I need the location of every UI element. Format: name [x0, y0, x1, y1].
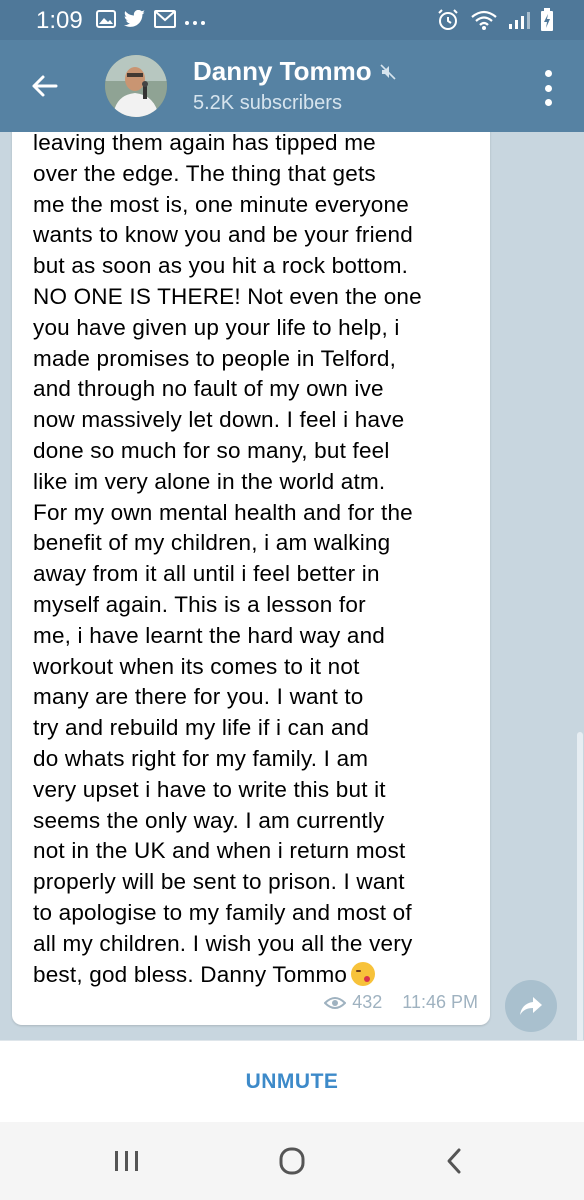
status-bar: 1:09	[0, 0, 584, 40]
view-count: 432	[352, 992, 383, 1012]
back-arrow-icon	[32, 75, 58, 97]
channel-header: Danny Tommo 5.2K subscribers	[0, 40, 584, 132]
share-arrow-icon	[520, 997, 542, 1015]
dot	[544, 84, 552, 92]
message-meta: 432 11:46 PM	[324, 992, 478, 1013]
dot	[544, 70, 552, 77]
message-time: 11:46 PM	[402, 992, 478, 1012]
status-notifications	[96, 9, 206, 33]
bottom-action-bar: UNMUTE	[0, 1040, 584, 1123]
message-body: leaving them again has tipped me over th…	[33, 132, 422, 987]
wifi-icon	[470, 9, 498, 36]
signal-icon	[508, 10, 530, 35]
battery-icon	[540, 8, 554, 37]
gallery-icon	[96, 10, 116, 33]
recents-icon[interactable]	[113, 1149, 141, 1178]
channel-title[interactable]: Danny Tommo	[193, 56, 396, 87]
message-text: leaving them again has tipped me over th…	[33, 132, 483, 990]
more-options-button[interactable]	[538, 68, 558, 108]
channel-name: Danny Tommo	[193, 56, 372, 86]
muted-speaker-icon	[380, 56, 396, 87]
unmute-button[interactable]: UNMUTE	[246, 1070, 339, 1094]
home-icon[interactable]	[278, 1146, 306, 1181]
more-dots-icon	[184, 13, 206, 31]
system-nav-bar	[0, 1122, 584, 1200]
kissing-face-emoji-icon	[351, 961, 376, 986]
dot	[544, 99, 552, 106]
forward-button[interactable]	[505, 980, 557, 1032]
views-eye-icon	[324, 996, 347, 1009]
back-button[interactable]	[20, 64, 68, 108]
channel-avatar[interactable]	[105, 55, 167, 117]
scrollbar[interactable]	[577, 732, 583, 1040]
alarm-icon	[436, 8, 460, 37]
status-system	[436, 8, 554, 37]
message-bubble[interactable]: leaving them again has tipped me over th…	[12, 132, 490, 1025]
chat-area[interactable]: leaving them again has tipped me over th…	[0, 132, 584, 1040]
gmail-icon	[154, 10, 176, 33]
twitter-icon	[124, 9, 146, 33]
subscriber-count: 5.2K subscribers	[193, 92, 342, 114]
nav-back-icon[interactable]	[444, 1147, 464, 1180]
status-time: 1:09	[36, 7, 83, 34]
